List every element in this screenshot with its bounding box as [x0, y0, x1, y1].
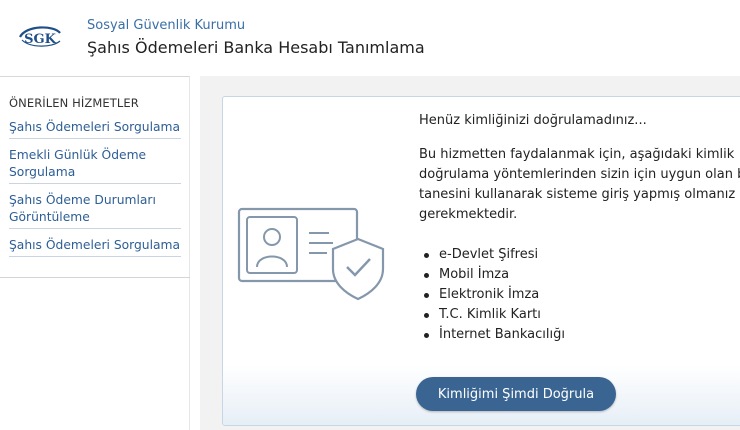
page-title: Şahıs Ödemeleri Banka Hesabı Tanımlama — [87, 38, 425, 57]
sidebar-item-payments-query-2[interactable]: Şahıs Ödemeleri Sorgulama — [9, 237, 181, 257]
list-item: Mobil İmza — [419, 265, 565, 285]
sidebar-divider — [0, 277, 190, 278]
organization-name: Sosyal Güvenlik Kurumu — [87, 18, 246, 33]
sidebar-item-payment-status[interactable]: Şahıs Ödeme Durumları Görüntüleme — [9, 192, 181, 229]
sidebar-heading: ÖNERİLEN HİZMETLER — [9, 96, 139, 110]
sidebar-item-retiree-daily-payment[interactable]: Emekli Günlük Ödeme Sorgulama — [9, 147, 181, 184]
sgk-logo[interactable]: SGK — [16, 22, 64, 52]
list-item: Elektronik İmza — [419, 285, 565, 305]
notice-title: Henüz kimliğinizi doğrulamadınız... — [419, 113, 647, 128]
list-item: İnternet Bankacılığı — [419, 325, 565, 345]
list-item: T.C. Kimlik Kartı — [419, 305, 565, 325]
page-header: SGK Sosyal Güvenlik Kurumu Şahıs Ödemele… — [0, 0, 740, 74]
main-content: Henüz kimliğinizi doğrulamadınız... Bu h… — [200, 76, 740, 430]
sidebar-item-payments-query[interactable]: Şahıs Ödemeleri Sorgulama — [9, 119, 181, 139]
verify-identity-button[interactable]: Kimliğimi Şimdi Doğrula — [416, 377, 616, 411]
logo-text: SGK — [24, 32, 56, 47]
suggested-services-sidebar: ÖNERİLEN HİZMETLER Şahıs Ödemeleri Sorgu… — [0, 76, 190, 430]
identity-notice-panel: Henüz kimliğinizi doğrulamadınız... Bu h… — [222, 96, 740, 426]
auth-methods-list: e-Devlet Şifresi Mobil İmza Elektronik İ… — [419, 245, 565, 345]
notice-text: Bu hizmetten faydalanmak için, aşağıdaki… — [419, 147, 740, 222]
id-card-shield-check-icon — [237, 207, 385, 301]
list-item: e-Devlet Şifresi — [419, 245, 565, 265]
